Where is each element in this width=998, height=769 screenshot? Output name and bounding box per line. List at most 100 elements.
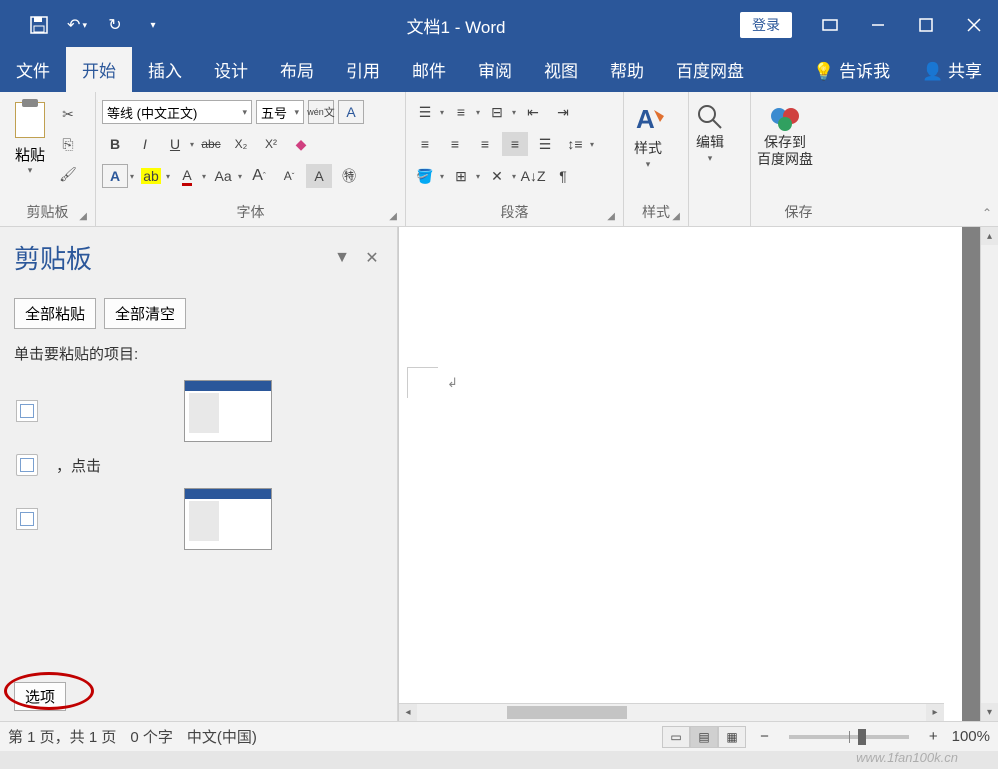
pane-close-icon[interactable]: ✕ — [357, 243, 387, 273]
status-word-count[interactable]: 0 个字 — [130, 726, 173, 747]
picture-icon — [16, 508, 38, 530]
save-to-baidu-button[interactable]: 保存到百度网盘 — [757, 96, 813, 168]
strikethrough-button[interactable]: abc — [198, 132, 224, 156]
tab-view[interactable]: 视图 — [528, 47, 594, 92]
align-center-icon[interactable]: ≡ — [442, 132, 468, 156]
maximize-icon[interactable] — [902, 0, 950, 50]
paste-all-button[interactable]: 全部粘贴 — [14, 298, 96, 329]
highlight-icon[interactable]: ab — [138, 164, 164, 188]
cut-icon[interactable]: ✂ — [56, 102, 80, 126]
close-icon[interactable] — [950, 0, 998, 50]
zoom-slider[interactable] — [789, 735, 909, 739]
login-button[interactable]: 登录 — [740, 12, 792, 38]
scroll-up-icon[interactable]: ▴ — [981, 227, 998, 245]
undo-icon[interactable]: ↶▾ — [58, 0, 96, 50]
paragraph-launcher-icon[interactable]: ◢ — [607, 211, 615, 222]
show-marks-icon[interactable]: ¶ — [550, 164, 576, 188]
justify-icon[interactable]: ≡ — [502, 132, 528, 156]
clipboard-item[interactable] — [14, 374, 387, 448]
clipboard-launcher-icon[interactable]: ◢ — [79, 211, 87, 222]
increase-indent-icon[interactable]: ⇥ — [550, 100, 576, 124]
clear-all-button[interactable]: 全部清空 — [104, 298, 186, 329]
pane-dropdown-icon[interactable]: ▼ — [327, 243, 357, 273]
zoom-level[interactable]: 100% — [952, 728, 990, 745]
tab-references[interactable]: 引用 — [330, 47, 396, 92]
document-canvas[interactable]: ↲ ◂ ▸ — [398, 227, 962, 721]
char-border-icon[interactable]: A — [338, 100, 364, 124]
tab-help[interactable]: 帮助 — [594, 47, 660, 92]
change-case-icon[interactable]: Aa — [210, 164, 236, 188]
web-layout-icon[interactable]: ▦ — [718, 726, 746, 748]
font-launcher-icon[interactable]: ◢ — [389, 211, 397, 222]
borders-icon[interactable]: ⊞ — [448, 164, 474, 188]
bullets-icon[interactable]: ☰ — [412, 100, 438, 124]
share-button[interactable]: 👤 共享 — [906, 47, 998, 92]
styles-button[interactable]: A 样式 ▾ — [630, 96, 666, 170]
font-size-combo[interactable]: 五号▾ — [256, 100, 304, 124]
format-painter-icon[interactable]: 🖌 — [56, 162, 80, 186]
collapse-ribbon-icon[interactable]: ⌃ — [982, 206, 992, 220]
subscript-button[interactable]: X₂ — [228, 132, 254, 156]
align-right-icon[interactable]: ≡ — [472, 132, 498, 156]
clear-formatting-icon[interactable]: ◆ — [288, 132, 314, 156]
zoom-in-icon[interactable]: + — [929, 728, 938, 745]
save-icon[interactable] — [20, 0, 58, 50]
tab-insert[interactable]: 插入 — [132, 47, 198, 92]
status-language[interactable]: 中文(中国) — [187, 726, 257, 747]
save-baidu-label1: 保存到 — [764, 134, 806, 150]
clipboard-item[interactable]: ，点击 — [14, 448, 387, 482]
status-page[interactable]: 第 1 页，共 1 页 — [8, 726, 116, 747]
copy-icon[interactable]: ⎘ — [56, 132, 80, 156]
share-label: 共享 — [948, 62, 982, 81]
scroll-down-icon[interactable]: ▾ — [981, 703, 998, 721]
shrink-font-icon[interactable]: Aˇ — [276, 164, 302, 188]
tab-home[interactable]: 开始 — [66, 47, 132, 92]
paste-button[interactable]: 粘贴 ▾ — [6, 96, 54, 176]
tab-baidu[interactable]: 百度网盘 — [660, 47, 760, 92]
superscript-button[interactable]: X² — [258, 132, 284, 156]
clipboard-item[interactable] — [14, 482, 387, 556]
asian-layout-icon[interactable]: ✕ — [484, 164, 510, 188]
save-group-label: 保存 — [785, 204, 813, 220]
qat-customize-icon[interactable]: ▾ — [134, 0, 172, 50]
tab-file[interactable]: 文件 — [0, 47, 66, 92]
shading-icon[interactable]: 🪣 — [412, 164, 438, 188]
tell-me-button[interactable]: 💡 告诉我 — [797, 47, 906, 92]
line-spacing-icon[interactable]: ↕≡ — [562, 132, 588, 156]
grow-font-icon[interactable]: Aˆ — [246, 164, 272, 188]
phonetic-guide-icon[interactable]: wén文 — [308, 100, 334, 124]
tab-design[interactable]: 设计 — [198, 47, 264, 92]
minimize-icon[interactable] — [854, 0, 902, 50]
tab-layout[interactable]: 布局 — [264, 47, 330, 92]
sort-icon[interactable]: A↓Z — [520, 164, 546, 188]
text-effects-icon[interactable]: A — [102, 164, 128, 188]
char-shading-icon[interactable]: A — [306, 164, 332, 188]
multilevel-icon[interactable]: ⊟ — [484, 100, 510, 124]
enclose-char-icon[interactable]: ㊕ — [336, 164, 362, 188]
italic-button[interactable]: I — [132, 132, 158, 156]
editing-button[interactable]: 编辑 ▾ — [695, 96, 725, 164]
align-left-icon[interactable]: ≡ — [412, 132, 438, 156]
underline-button[interactable]: U — [162, 132, 188, 156]
tab-mailings[interactable]: 邮件 — [396, 47, 462, 92]
ribbon-display-icon[interactable] — [806, 0, 854, 50]
print-layout-icon[interactable]: ▤ — [690, 726, 718, 748]
read-mode-icon[interactable]: ▭ — [662, 726, 690, 748]
bold-button[interactable]: B — [102, 132, 128, 156]
options-button[interactable]: 选项 — [14, 682, 66, 711]
font-group-label: 字体 — [237, 204, 265, 220]
tab-review[interactable]: 审阅 — [462, 47, 528, 92]
vertical-scrollbar[interactable]: ▴ ▾ — [980, 227, 998, 721]
scroll-right-icon[interactable]: ▸ — [926, 704, 944, 721]
zoom-out-icon[interactable]: − — [760, 728, 769, 745]
font-color-icon[interactable]: A — [174, 164, 200, 188]
scroll-left-icon[interactable]: ◂ — [399, 704, 417, 721]
redo-icon[interactable]: ↻ — [96, 0, 134, 50]
horizontal-scrollbar[interactable]: ◂ ▸ — [399, 703, 944, 721]
decrease-indent-icon[interactable]: ⇤ — [520, 100, 546, 124]
numbering-icon[interactable]: ≡ — [448, 100, 474, 124]
distribute-icon[interactable]: ☰ — [532, 132, 558, 156]
editing-label: 编辑 — [696, 134, 724, 151]
styles-launcher-icon[interactable]: ◢ — [672, 211, 680, 222]
font-name-combo[interactable]: 等线 (中文正文)▾ — [102, 100, 252, 124]
